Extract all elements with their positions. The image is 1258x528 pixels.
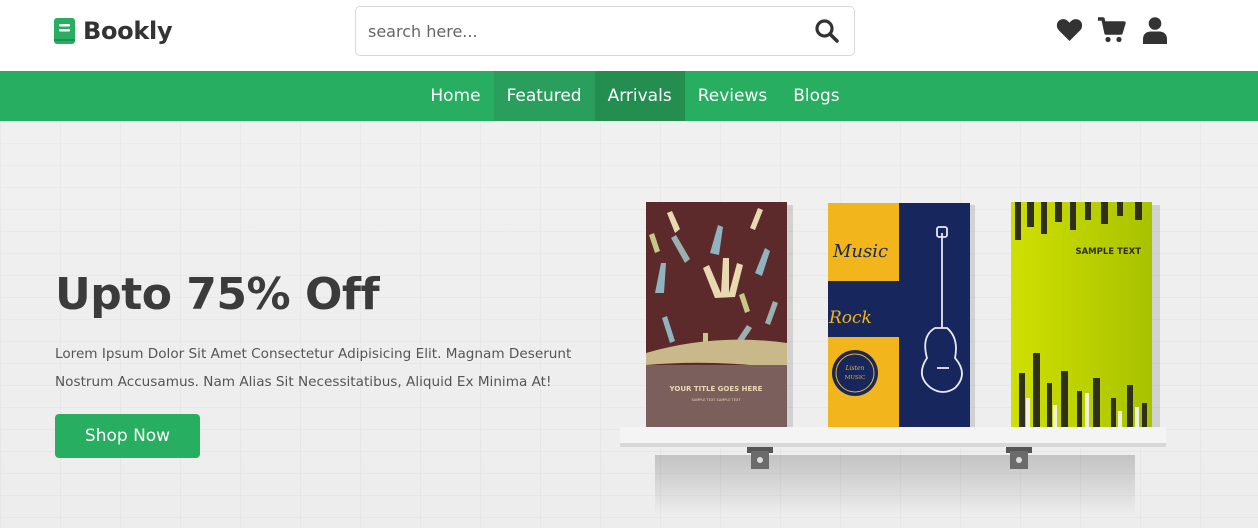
header-actions (1055, 16, 1169, 44)
book-music-cover[interactable]: Music Rock Listen MUSIC (828, 203, 975, 431)
wishlist-button[interactable] (1055, 16, 1083, 44)
search-icon (815, 19, 839, 43)
nav-arrivals[interactable]: Arrivals (594, 71, 685, 121)
main-nav: Home Featured Arrivals Reviews Blogs (0, 71, 1258, 121)
book2-subtitle: Rock (828, 308, 872, 328)
nav-reviews[interactable]: Reviews (685, 71, 781, 121)
hero-banner: Upto 75% Off Lorem Ipsum Dolor Sit Amet … (0, 121, 1258, 528)
cart-button[interactable] (1098, 16, 1126, 44)
cart-icon (1098, 17, 1126, 43)
book3-title: SAMPLE TEXT (1075, 247, 1141, 257)
svg-text:MUSIC: MUSIC (845, 375, 865, 381)
search-bar (355, 6, 855, 56)
book1-title: YOUR TITLE GOES HERE (669, 385, 763, 393)
book1-subtitle: SAMPLE TEXT SAMPLE TEXT (692, 398, 742, 402)
search-input[interactable] (356, 7, 800, 55)
book2-title: Music (832, 241, 888, 262)
book-icon (54, 18, 75, 44)
nav-blogs[interactable]: Blogs (780, 71, 852, 121)
shop-now-button[interactable]: Shop Now (55, 414, 200, 458)
hero-description: Lorem Ipsum Dolor Sit Amet Consectetur A… (55, 346, 572, 390)
user-icon (1143, 16, 1167, 44)
hero-title: Upto 75% Off (55, 269, 380, 320)
heart-icon (1056, 19, 1082, 41)
brand-name: Bookly (83, 17, 173, 45)
svg-text:Listen: Listen (845, 365, 865, 372)
site-header: Bookly (0, 0, 1258, 71)
nav-home[interactable]: Home (417, 71, 493, 121)
book-hands-cover[interactable]: YOUR TITLE GOES HERE SAMPLE TEXT SAMPLE … (646, 202, 793, 433)
bookshelf-illustration: YOUR TITLE GOES HERE SAMPLE TEXT SAMPLE … (620, 202, 1166, 515)
brand-logo[interactable]: Bookly (54, 15, 173, 47)
search-button[interactable] (800, 7, 854, 55)
book-sample-text-cover[interactable]: SAMPLE TEXT (1011, 202, 1160, 433)
account-button[interactable] (1141, 16, 1169, 44)
nav-featured[interactable]: Featured (493, 71, 595, 121)
